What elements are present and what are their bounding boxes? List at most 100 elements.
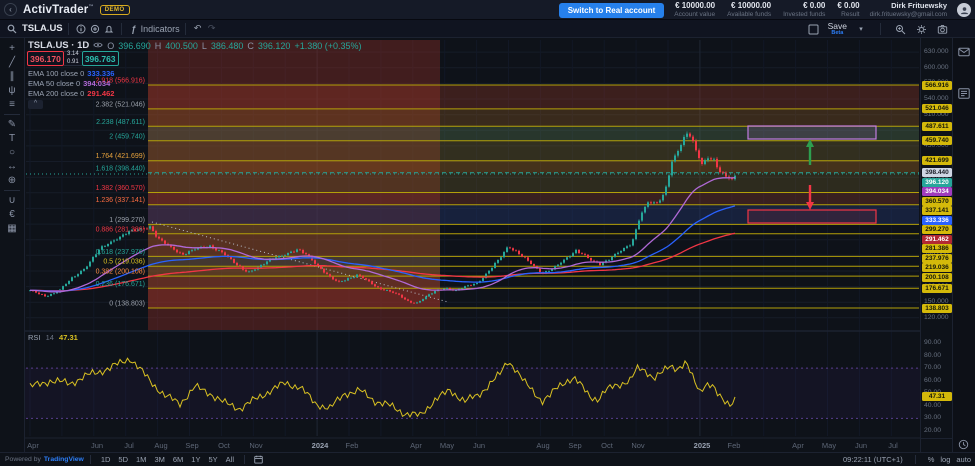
svg-text:May: May <box>440 441 454 450</box>
spread-bottom: 0.91 <box>67 59 79 66</box>
news-panel-icon[interactable] <box>958 86 970 104</box>
rsi-axis-label: 90.00 <box>924 339 941 346</box>
price-axis-label: 630.000 <box>924 48 949 55</box>
svg-text:Jun: Jun <box>855 441 867 450</box>
layout-grid-icon[interactable] <box>807 22 821 36</box>
svg-text:0.382 (200.108): 0.382 (200.108) <box>96 269 145 276</box>
timeframe-1y[interactable]: 1Y <box>187 455 204 464</box>
svg-text:0.236 (176.671): 0.236 (176.671) <box>96 281 145 288</box>
settings-gear-icon[interactable] <box>914 22 928 36</box>
switch-to-real-button[interactable]: Switch to Real account <box>559 3 665 18</box>
zoom-tool[interactable]: ⊕ <box>3 174 21 187</box>
timeframe-5y[interactable]: 5Y <box>204 455 221 464</box>
percent-scale-button[interactable]: % <box>928 455 935 464</box>
time-axis[interactable]: AprJunJulAugSepOctNov2024FebAprMayJunAug… <box>27 441 898 450</box>
indicators-icon: ƒ <box>127 22 141 36</box>
svg-text:Sep: Sep <box>185 441 198 450</box>
eye-icon[interactable] <box>93 41 103 51</box>
compare-icon[interactable] <box>88 22 102 36</box>
search-icon[interactable] <box>5 22 19 36</box>
avatar[interactable] <box>957 3 971 17</box>
buy-button[interactable]: 396.763 <box>82 51 119 66</box>
price-axis-badge: 281.386 <box>922 244 952 253</box>
timeframe-5d[interactable]: 5D <box>114 455 132 464</box>
legend-collapse-button[interactable]: ^ <box>28 100 43 109</box>
parallel-channel-tool[interactable]: ∥ <box>3 70 21 83</box>
user-info[interactable]: Dirk Frituewsky dirk.frituewsky@gmail.co… <box>870 2 947 18</box>
indicators-button[interactable]: Indicators <box>141 24 180 34</box>
ma-legend: EMA 100 close 0333.336EMA 50 close 0394.… <box>28 69 114 99</box>
timeframe-1d[interactable]: 1D <box>97 455 115 464</box>
crosshair-tool[interactable]: + <box>3 42 21 55</box>
ma-legend-row[interactable]: EMA 200 close 0291.462 <box>28 89 114 99</box>
svg-text:Aug: Aug <box>154 441 167 450</box>
ohlc-o-value: 396.690 <box>118 41 151 51</box>
price-axis-badge: 200.108 <box>922 273 952 282</box>
measure-tool[interactable]: ↔ <box>3 160 21 173</box>
timeframe-all[interactable]: All <box>222 455 238 464</box>
rsi-axis-label: 40.00 <box>924 402 941 409</box>
timeframe-3m[interactable]: 3M <box>150 455 168 464</box>
timeframe-1m[interactable]: 1M <box>132 455 150 464</box>
ohlc-o-label: O <box>107 41 114 51</box>
price-axis-badge: 521.046 <box>922 104 952 113</box>
chart-legend[interactable]: TSLA.US · 1D O396.690 H400.500 L386.480 … <box>28 40 362 51</box>
svg-text:0 (138.803): 0 (138.803) <box>109 301 145 308</box>
svg-text:Oct: Oct <box>218 441 231 450</box>
ma-legend-row[interactable]: EMA 100 close 0333.336 <box>28 69 114 79</box>
pitchfork-tool[interactable]: ψ <box>3 84 21 97</box>
sidebar-collapse-icon[interactable]: ‹ <box>4 3 17 16</box>
mail-icon[interactable] <box>958 44 970 62</box>
svg-text:Jun: Jun <box>91 441 103 450</box>
account-stat: € 0.00Invested funds <box>783 2 825 18</box>
svg-text:Nov: Nov <box>631 441 645 450</box>
svg-text:Jul: Jul <box>124 441 134 450</box>
object-tree-tool[interactable]: ▦ <box>3 222 21 235</box>
price-axis[interactable]: 120.000150.000180.000210.000240.000270.0… <box>920 38 952 452</box>
powered-by-label: Powered by <box>5 456 41 463</box>
save-layout-button[interactable]: SaveBeta <box>828 22 847 36</box>
demo-badge: DEMO <box>100 5 130 15</box>
price-chart[interactable]: 2.918 (566.916)2.382 (521.046)2.238 (487… <box>25 38 920 452</box>
currency-tool[interactable]: € <box>3 208 21 221</box>
quick-search-icon[interactable] <box>893 22 907 36</box>
redo-icon[interactable]: ↷ <box>205 22 219 36</box>
svg-text:Feb: Feb <box>728 441 741 450</box>
undo-icon[interactable]: ↶ <box>191 22 205 36</box>
top-header: ‹ ActivTrader™ DEMO Switch to Real accou… <box>0 0 975 20</box>
rsi-period: 14 <box>46 333 54 342</box>
alert-icon[interactable] <box>102 22 116 36</box>
trend-line-tool[interactable]: ╱ <box>3 56 21 69</box>
svg-text:1.618 (398.440): 1.618 (398.440) <box>96 165 145 172</box>
shapes-tool[interactable]: ○ <box>3 146 21 159</box>
price-axis-badge: 299.270 <box>922 225 952 234</box>
svg-text:2.238 (487.611): 2.238 (487.611) <box>96 119 145 126</box>
save-caret-icon[interactable]: ▾ <box>854 22 868 36</box>
supply-box[interactable] <box>748 126 876 139</box>
svg-text:Oct: Oct <box>601 441 614 450</box>
text-tool[interactable]: T <box>3 132 21 145</box>
rsi-legend[interactable]: RSI 14 47.31 <box>28 333 78 342</box>
price-axis-badge: 337.141 <box>922 206 952 215</box>
timeframe-6m[interactable]: 6M <box>169 455 187 464</box>
clock-time[interactable]: 09:22:11 (UTC+1) <box>843 455 903 464</box>
symbol-button[interactable]: TSLA.US <box>22 23 63 34</box>
info-icon[interactable] <box>74 22 88 36</box>
rsi-name: RSI <box>28 333 41 342</box>
magnet-tool[interactable]: ∪ <box>3 194 21 207</box>
fib-retracement-tool[interactable]: ≡ <box>3 98 21 111</box>
sell-button[interactable]: 396.170 <box>27 51 64 66</box>
log-scale-button[interactable]: log <box>940 455 950 464</box>
spread-top: 3.14 <box>67 51 79 58</box>
account-stat: € 0.00Result <box>837 2 859 18</box>
auto-scale-button[interactable]: auto <box>956 455 971 464</box>
svg-text:2024: 2024 <box>312 441 330 450</box>
ma-legend-row[interactable]: EMA 50 close 0394.034 <box>28 79 114 89</box>
screenshot-camera-icon[interactable] <box>935 22 949 36</box>
price-axis-badge: 394.034 <box>922 187 952 196</box>
tradingview-link[interactable]: TradingView <box>44 456 84 463</box>
demand-box[interactable] <box>748 210 876 223</box>
brush-tool[interactable]: ✎ <box>3 118 21 131</box>
rsi-axis-label: 30.00 <box>924 414 941 421</box>
go-to-date-icon[interactable] <box>251 453 265 466</box>
